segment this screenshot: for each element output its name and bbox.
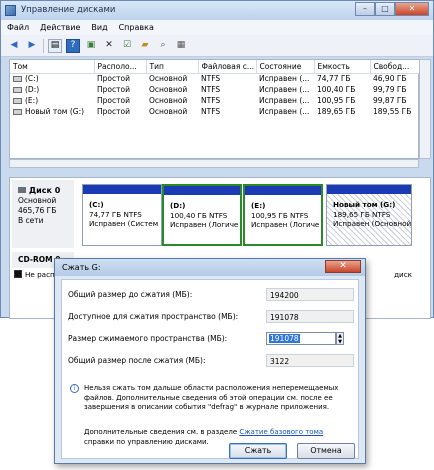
- total-before-shrink-row: Общий размер до сжатия (МБ): 194200: [68, 288, 354, 301]
- menu-action[interactable]: Действие: [40, 20, 80, 35]
- close-button[interactable]: ✕: [395, 2, 429, 16]
- app-icon: [5, 5, 16, 16]
- maximize-button[interactable]: □: [375, 2, 395, 16]
- column-header-free[interactable]: Свобод...: [370, 60, 421, 74]
- available-shrink-row: Доступное для сжатия пространство (МБ): …: [68, 310, 354, 323]
- window-title: Управление дисками: [21, 5, 116, 15]
- column-header-volume[interactable]: Том: [10, 60, 95, 74]
- forward-icon[interactable]: ▶: [25, 39, 39, 53]
- dialog-title: Сжать G:: [62, 263, 101, 272]
- check-icon[interactable]: ☑: [120, 39, 134, 53]
- minimize-button[interactable]: –: [355, 2, 375, 16]
- drive-icon: [13, 109, 22, 115]
- toolbar: ◀ ▶ ▤ ? ▣ ✕ ☑ ▰ ⌕ ▦: [1, 35, 433, 57]
- drive-icon: [13, 87, 22, 93]
- volume-list-horizontal-scrollbar[interactable]: [9, 159, 419, 168]
- cancel-button[interactable]: Отмена: [297, 443, 355, 459]
- menu-bar: Файл Действие Вид Справка: [1, 20, 433, 35]
- open-icon[interactable]: ▰: [138, 39, 152, 53]
- table-row[interactable]: (E:) Простой Основной NTFS Исправен (...…: [10, 95, 420, 106]
- column-header-layout[interactable]: Располо...: [94, 60, 147, 74]
- legend-tail-label: диск: [394, 269, 412, 279]
- help-icon[interactable]: ?: [66, 38, 80, 53]
- partition-d[interactable]: (D:) 100,40 ГБ NTFS Исправен (Логиче: [162, 184, 242, 246]
- connect-icon[interactable]: ▣: [84, 39, 98, 53]
- properties-icon[interactable]: ▤: [48, 38, 62, 53]
- disk0-info[interactable]: Диск 0 Основной 465,76 ГБ В сети: [12, 180, 74, 248]
- menu-view[interactable]: Вид: [91, 20, 107, 35]
- table-row[interactable]: Новый том (G:) Простой Основной NTFS Исп…: [10, 106, 420, 117]
- table-row[interactable]: (C:) Простой Основной NTFS Исправен (...…: [10, 73, 420, 84]
- dialog-title-bar: Сжать G: ✕: [55, 259, 365, 276]
- total-after-shrink-row: Общий размер после сжатия (МБ): 3122: [68, 354, 354, 367]
- drive-icon: [13, 98, 22, 104]
- title-bar: Управление дисками – □ ✕: [1, 1, 433, 20]
- menu-help[interactable]: Справка: [119, 20, 154, 35]
- disk-icon: [18, 187, 26, 193]
- drive-icon: [13, 76, 22, 83]
- table-row[interactable]: (D:) Простой Основной NTFS Исправен (...…: [10, 84, 420, 95]
- column-header-filesystem[interactable]: Файловая с...: [198, 60, 257, 74]
- basic-volume-shrink-link[interactable]: Сжатие базового тома: [239, 428, 323, 436]
- partition-c[interactable]: (C:) 74,77 ГБ NTFS Исправен (Систем: [82, 184, 162, 246]
- view-icon[interactable]: ▦: [174, 39, 188, 53]
- column-header-capacity[interactable]: Емкость: [314, 60, 371, 74]
- partition-e[interactable]: (E:) 100,95 ГБ NTFS Исправен (Логиче: [243, 184, 323, 246]
- shrink-dialog: Сжать G: ✕ Общий размер до сжатия (МБ): …: [54, 258, 366, 464]
- info-icon: i: [70, 384, 79, 393]
- info-message: i Нельзя сжать том дальше области распол…: [70, 384, 354, 413]
- total-before-shrink-value: 194200: [266, 288, 354, 301]
- available-shrink-value: 191078: [266, 310, 354, 323]
- volume-list-vertical-scrollbar[interactable]: [419, 59, 431, 159]
- total-after-shrink-value: 3122: [266, 354, 354, 367]
- unallocated-legend-swatch: [14, 270, 22, 278]
- volume-list[interactable]: Том Располо... Тип Файловая с... Состоян…: [9, 59, 421, 159]
- column-header-type[interactable]: Тип: [146, 60, 199, 74]
- menu-file[interactable]: Файл: [7, 20, 29, 35]
- column-header-status[interactable]: Состояние: [256, 60, 315, 74]
- back-icon[interactable]: ◀: [7, 39, 21, 53]
- find-icon[interactable]: ⌕: [156, 39, 170, 53]
- delete-icon[interactable]: ✕: [102, 39, 116, 53]
- shrink-amount-stepper[interactable]: ▲ ▼: [336, 332, 344, 345]
- shrink-amount-input[interactable]: 191078: [266, 332, 336, 345]
- partition-g[interactable]: Новый том (G:) 189,65 ГБ NTFS Исправен (…: [326, 184, 412, 246]
- dialog-close-button[interactable]: ✕: [325, 260, 361, 273]
- dialog-body: Общий размер до сжатия (МБ): 194200 Дост…: [61, 279, 359, 459]
- shrink-amount-row: Размер сжимаемого пространства (МБ): 191…: [68, 332, 354, 345]
- shrink-button[interactable]: Сжать: [229, 443, 287, 459]
